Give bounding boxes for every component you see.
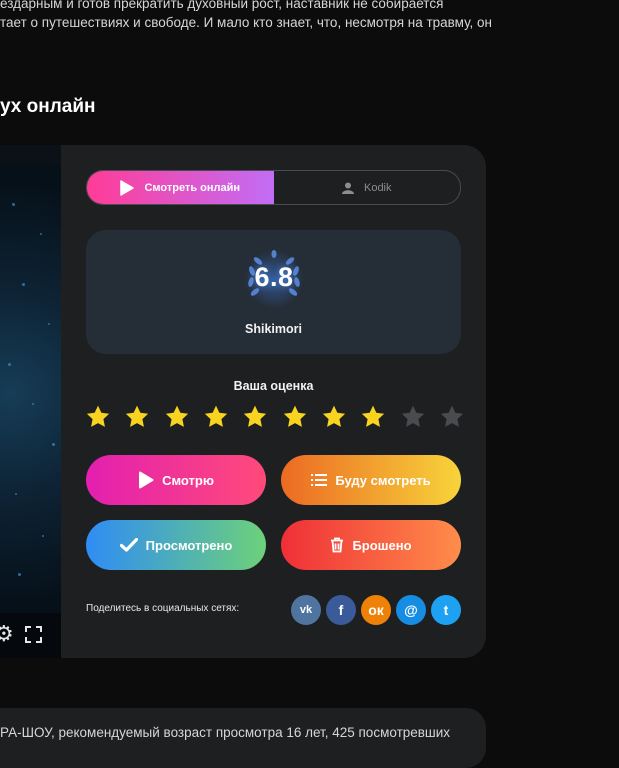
description-line-2: тает о путешествиях и свободе. И мало кт…	[0, 15, 492, 30]
completed-label: Просмотрено	[145, 537, 233, 553]
plan-label: Буду смотреть	[335, 472, 431, 488]
tab-label: Kodik	[363, 181, 392, 194]
tab-watch-online[interactable]: Смотреть онлайн	[87, 171, 274, 204]
vk-share-button[interactable]: vk	[291, 595, 321, 625]
star-icon[interactable]	[321, 404, 347, 430]
vk-icon: vk	[299, 604, 313, 616]
play-icon	[138, 471, 154, 489]
play-icon	[120, 179, 135, 196]
star-icon[interactable]	[282, 404, 308, 430]
star-icon[interactable]	[360, 404, 386, 430]
rating-badge: 6.8	[243, 248, 305, 310]
twitter-icon: t	[443, 602, 449, 618]
share-label: Поделитесь в социальных сетях:	[86, 603, 240, 614]
star-icon[interactable]	[400, 404, 426, 430]
tab-kodik[interactable]: Kodik	[274, 171, 461, 204]
watch-card: Смотреть онлайн Kodik 6.8 Shikimori Ваша…	[61, 145, 486, 658]
player-controls: ⚙	[0, 621, 61, 658]
star-icon[interactable]	[439, 404, 465, 430]
your-rating-label: Ваша оценка	[233, 379, 314, 393]
description-text: ездарным и готов прекратить духовный рос…	[0, 0, 540, 32]
star-icon[interactable]	[203, 404, 229, 430]
star-rating[interactable]	[85, 404, 465, 432]
shikimori-rating: 6.8 Shikimori	[86, 230, 461, 354]
star-icon[interactable]	[124, 404, 150, 430]
plan-to-watch-button[interactable]: Буду смотреть	[281, 455, 461, 505]
dropped-button[interactable]: Брошено	[281, 520, 461, 570]
rating-source: Shikimori	[245, 322, 302, 336]
section-title: ух онлайн	[0, 96, 96, 117]
description-line-1: ездарным и готов прекратить духовный рос…	[0, 0, 444, 11]
video-player[interactable]: ⚙	[0, 145, 61, 658]
list-icon	[311, 474, 328, 486]
star-icon[interactable]	[85, 404, 111, 430]
player-screen[interactable]	[0, 163, 61, 613]
trash-icon	[330, 537, 344, 553]
moimir-share-button[interactable]: @	[396, 595, 426, 625]
star-icon[interactable]	[164, 404, 190, 430]
facebook-share-button[interactable]: f	[326, 595, 356, 625]
watching-button[interactable]: Смотрю	[86, 455, 266, 505]
completed-button[interactable]: Просмотрено	[86, 520, 266, 570]
odnoklassniki-share-button[interactable]: ок	[361, 595, 391, 625]
watching-label: Смотрю	[162, 472, 214, 488]
dropped-label: Брошено	[352, 537, 412, 553]
fullscreen-icon[interactable]	[25, 626, 42, 643]
check-icon	[119, 538, 138, 552]
player-top-bar	[0, 145, 61, 163]
social-share-list: vk f ок @ t	[291, 595, 461, 625]
info-text: РА-ШОУ, рекомендуемый возраст просмотра …	[0, 725, 451, 740]
gear-icon[interactable]: ⚙	[0, 621, 14, 647]
rating-score: 6.8	[254, 262, 294, 292]
star-icon[interactable]	[242, 404, 268, 430]
tab-label: Смотреть онлайн	[144, 181, 241, 194]
odnoklassniki-icon: ок	[368, 602, 384, 618]
moimir-icon: @	[404, 602, 418, 618]
twitter-share-button[interactable]: t	[431, 595, 461, 625]
facebook-icon: f	[338, 602, 344, 618]
user-icon	[341, 182, 354, 194]
player-tabs: Смотреть онлайн Kodik	[86, 170, 461, 205]
